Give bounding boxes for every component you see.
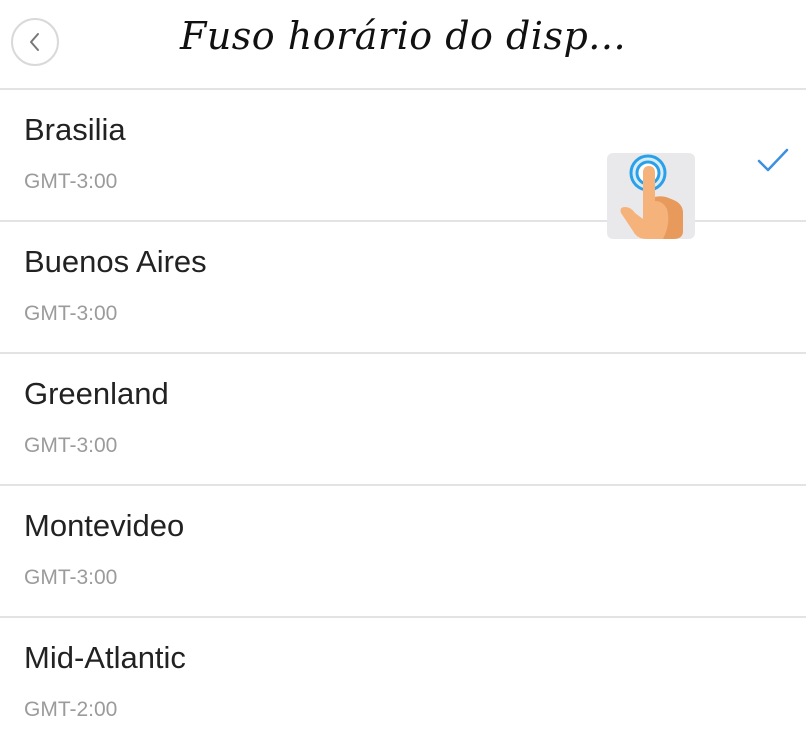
timezone-row-buenos-aires[interactable]: Buenos Aires GMT-3:00	[0, 222, 806, 354]
timezone-name: Brasilia	[24, 112, 126, 147]
timezone-name: Montevideo	[24, 508, 185, 543]
timezone-row-montevideo[interactable]: Montevideo GMT-3:00	[0, 486, 806, 618]
timezone-offset: GMT-3:00	[24, 170, 118, 193]
header-bar: Fuso horário do disp...	[0, 0, 806, 90]
timezone-offset: GMT-3:00	[24, 302, 118, 325]
page-title: Fuso horário do disp...	[179, 14, 627, 58]
timezone-name: Mid-Atlantic	[24, 640, 186, 675]
timezone-name: Greenland	[24, 376, 169, 411]
tap-gesture-icon	[607, 153, 695, 239]
timezone-offset: GMT-2:00	[24, 698, 118, 721]
timezone-offset: GMT-3:00	[24, 434, 118, 457]
timezone-screen: Fuso horário do disp... Brasilia GMT-3:0…	[0, 0, 806, 742]
timezone-offset: GMT-3:00	[24, 566, 118, 589]
timezone-name: Buenos Aires	[24, 244, 207, 279]
timezone-row-greenland[interactable]: Greenland GMT-3:00	[0, 354, 806, 486]
checkmark-icon	[757, 148, 789, 172]
timezone-row-mid-atlantic[interactable]: Mid-Atlantic GMT-2:00	[0, 618, 806, 742]
